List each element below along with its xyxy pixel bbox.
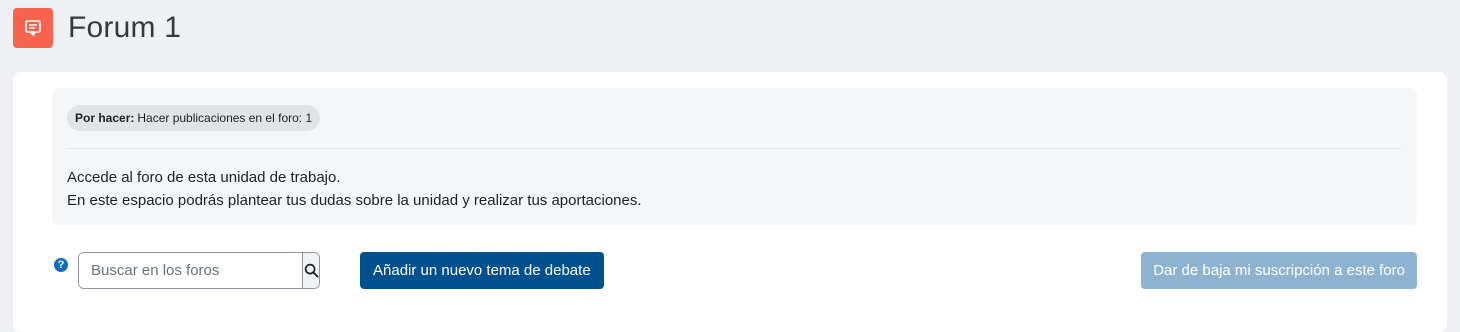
search-input[interactable] — [79, 253, 302, 288]
completion-badge: Por hacer: Hacer publicaciones en el for… — [67, 105, 321, 131]
unsubscribe-button[interactable]: Dar de baja mi suscripción a este foro — [1141, 252, 1417, 289]
description-line: Accede al foro de esta unidad de trabajo… — [67, 169, 341, 186]
page-title: Forum 1 — [68, 11, 182, 44]
search-icon — [304, 263, 319, 278]
badge-label: Por hacer: — [75, 111, 135, 125]
activity-info-box: Por hacer: Hacer publicaciones en el for… — [52, 88, 1417, 225]
forum-search — [78, 252, 320, 289]
badge-text: Hacer publicaciones en el foro: 1 — [137, 111, 313, 125]
search-button[interactable] — [302, 253, 319, 288]
main-card: Por hacer: Hacer publicaciones en el for… — [13, 72, 1447, 332]
question-circle-icon[interactable]: ? — [54, 258, 68, 272]
forum-icon — [13, 8, 53, 48]
add-discussion-button[interactable]: Añadir un nuevo tema de debate — [360, 252, 604, 289]
page-header: Forum 1 — [13, 8, 181, 48]
description-line: En este espacio podrás plantear tus duda… — [67, 192, 642, 209]
activity-description: Accede al foro de esta unidad de trabajo… — [67, 166, 642, 212]
divider — [67, 148, 1401, 149]
